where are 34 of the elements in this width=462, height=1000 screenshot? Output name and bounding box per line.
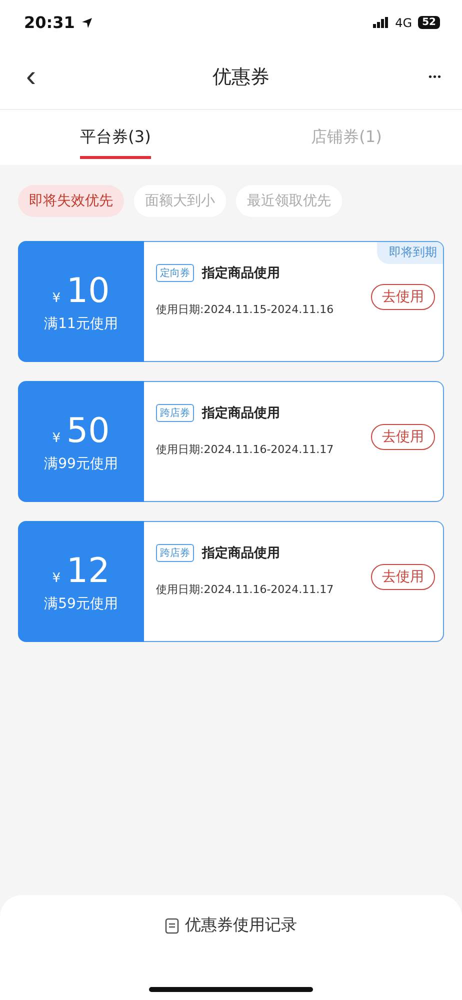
coupon-title: 指定商品使用	[202, 264, 280, 282]
coupon-dates: 使用日期:2024.11.16-2024.11.17	[156, 582, 335, 597]
use-button[interactable]: 去使用	[371, 284, 435, 310]
status-time: 20:31	[24, 13, 75, 32]
more-button[interactable]: •••	[402, 72, 442, 82]
currency-sign: ¥	[52, 570, 60, 586]
back-button[interactable]: ‹	[20, 60, 60, 94]
coupon-condition: 满59元使用	[44, 594, 118, 612]
battery-level: 52	[418, 16, 440, 29]
network-type: 4G	[395, 16, 412, 30]
document-icon	[165, 918, 179, 934]
location-icon	[80, 16, 93, 28]
coupon-amount: 50	[66, 410, 110, 450]
coupon-title: 指定商品使用	[202, 544, 280, 562]
coupon-dates: 使用日期:2024.11.15-2024.11.16	[156, 302, 335, 317]
coupon-tag: 跨店券	[156, 404, 194, 422]
coupon-title: 指定商品使用	[202, 404, 280, 422]
coupon-amount: 10	[66, 270, 110, 310]
coupon-dates: 使用日期:2024.11.16-2024.11.17	[156, 442, 335, 457]
use-button[interactable]: 去使用	[371, 564, 435, 590]
coupon-tag: 跨店券	[156, 544, 194, 562]
tab[interactable]: 平台券(3)	[80, 116, 151, 158]
coupon-tag: 定向券	[156, 264, 194, 282]
expiry-badge: 即将到期	[377, 242, 443, 264]
usage-record-link[interactable]: 优惠券使用记录	[165, 915, 297, 936]
sort-chip[interactable]: 即将失效优先	[18, 185, 124, 217]
signal-icon	[373, 17, 390, 28]
coupon-condition: 满99元使用	[44, 454, 118, 472]
currency-sign: ¥	[52, 290, 60, 306]
page-title: 优惠券	[212, 65, 270, 90]
currency-sign: ¥	[52, 430, 60, 446]
use-button[interactable]: 去使用	[371, 424, 435, 450]
coupon-condition: 满11元使用	[44, 314, 118, 332]
coupon-amount: 12	[66, 550, 110, 590]
